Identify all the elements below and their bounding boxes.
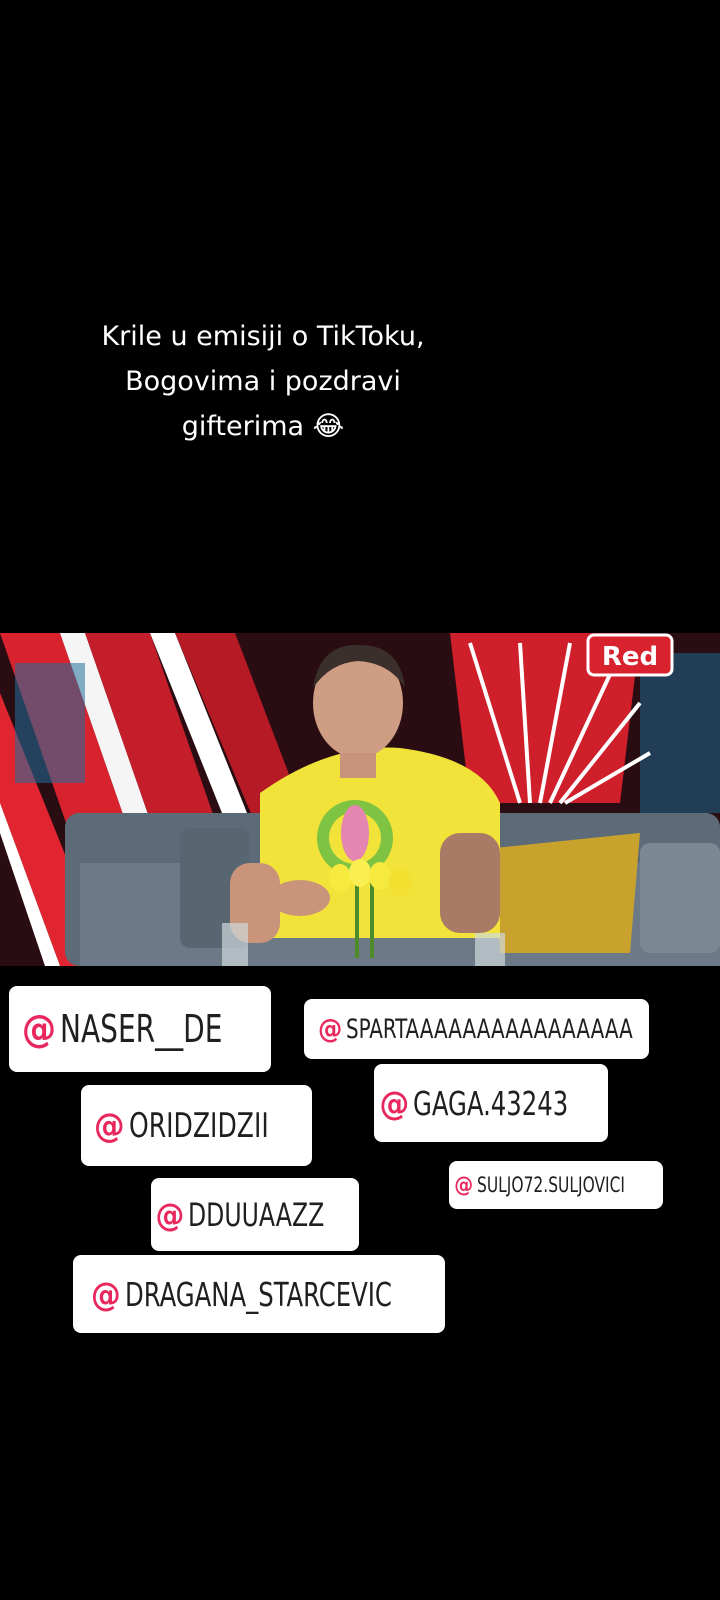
mention-username: GAGA.43243 <box>413 1083 569 1123</box>
channel-logo: Red <box>602 642 658 672</box>
video-frame[interactable]: Red <box>0 633 720 966</box>
mention-tag[interactable]: @ DDUUAAZZ <box>151 1178 359 1251</box>
mention-tag[interactable]: @ SULJO72.SULJOVICI <box>449 1161 663 1209</box>
mention-username: ORIDZIDZII <box>128 1105 269 1146</box>
at-icon: @ <box>21 1007 57 1051</box>
caption-line-1: Krile u emisiji o TikToku, <box>101 321 425 352</box>
mention-tag[interactable]: @ NASER__DE <box>9 986 271 1072</box>
caption-line-3: gifterima 😂 <box>181 411 345 442</box>
mention-username: DRAGANA_STARCEVIC <box>124 1274 392 1314</box>
mention-username: NASER__DE <box>60 1007 223 1051</box>
mention-username: DDUUAAZZ <box>188 1195 325 1234</box>
studio-scene-image: Red <box>0 633 720 966</box>
at-icon: @ <box>155 1195 185 1234</box>
mention-tag[interactable]: @ GAGA.43243 <box>374 1064 608 1142</box>
at-icon: @ <box>454 1173 474 1197</box>
at-icon: @ <box>318 1013 343 1045</box>
caption-line-2: Bogovima i pozdravi <box>125 366 401 397</box>
at-icon: @ <box>379 1083 410 1123</box>
at-icon: @ <box>91 1274 121 1314</box>
mention-username: SPARTAAAAAAAAAAAAAAAA <box>346 1013 634 1045</box>
mention-tag[interactable]: @ SPARTAAAAAAAAAAAAAAAA <box>304 999 649 1059</box>
mention-tag[interactable]: @ ORIDZIDZII <box>81 1085 312 1166</box>
at-icon: @ <box>93 1105 125 1146</box>
video-caption: Krile u emisiji o TikToku, Bogovima i po… <box>48 314 478 449</box>
mention-username: SULJO72.SULJOVICI <box>477 1173 626 1197</box>
mention-tag[interactable]: @ DRAGANA_STARCEVIC <box>73 1255 445 1333</box>
